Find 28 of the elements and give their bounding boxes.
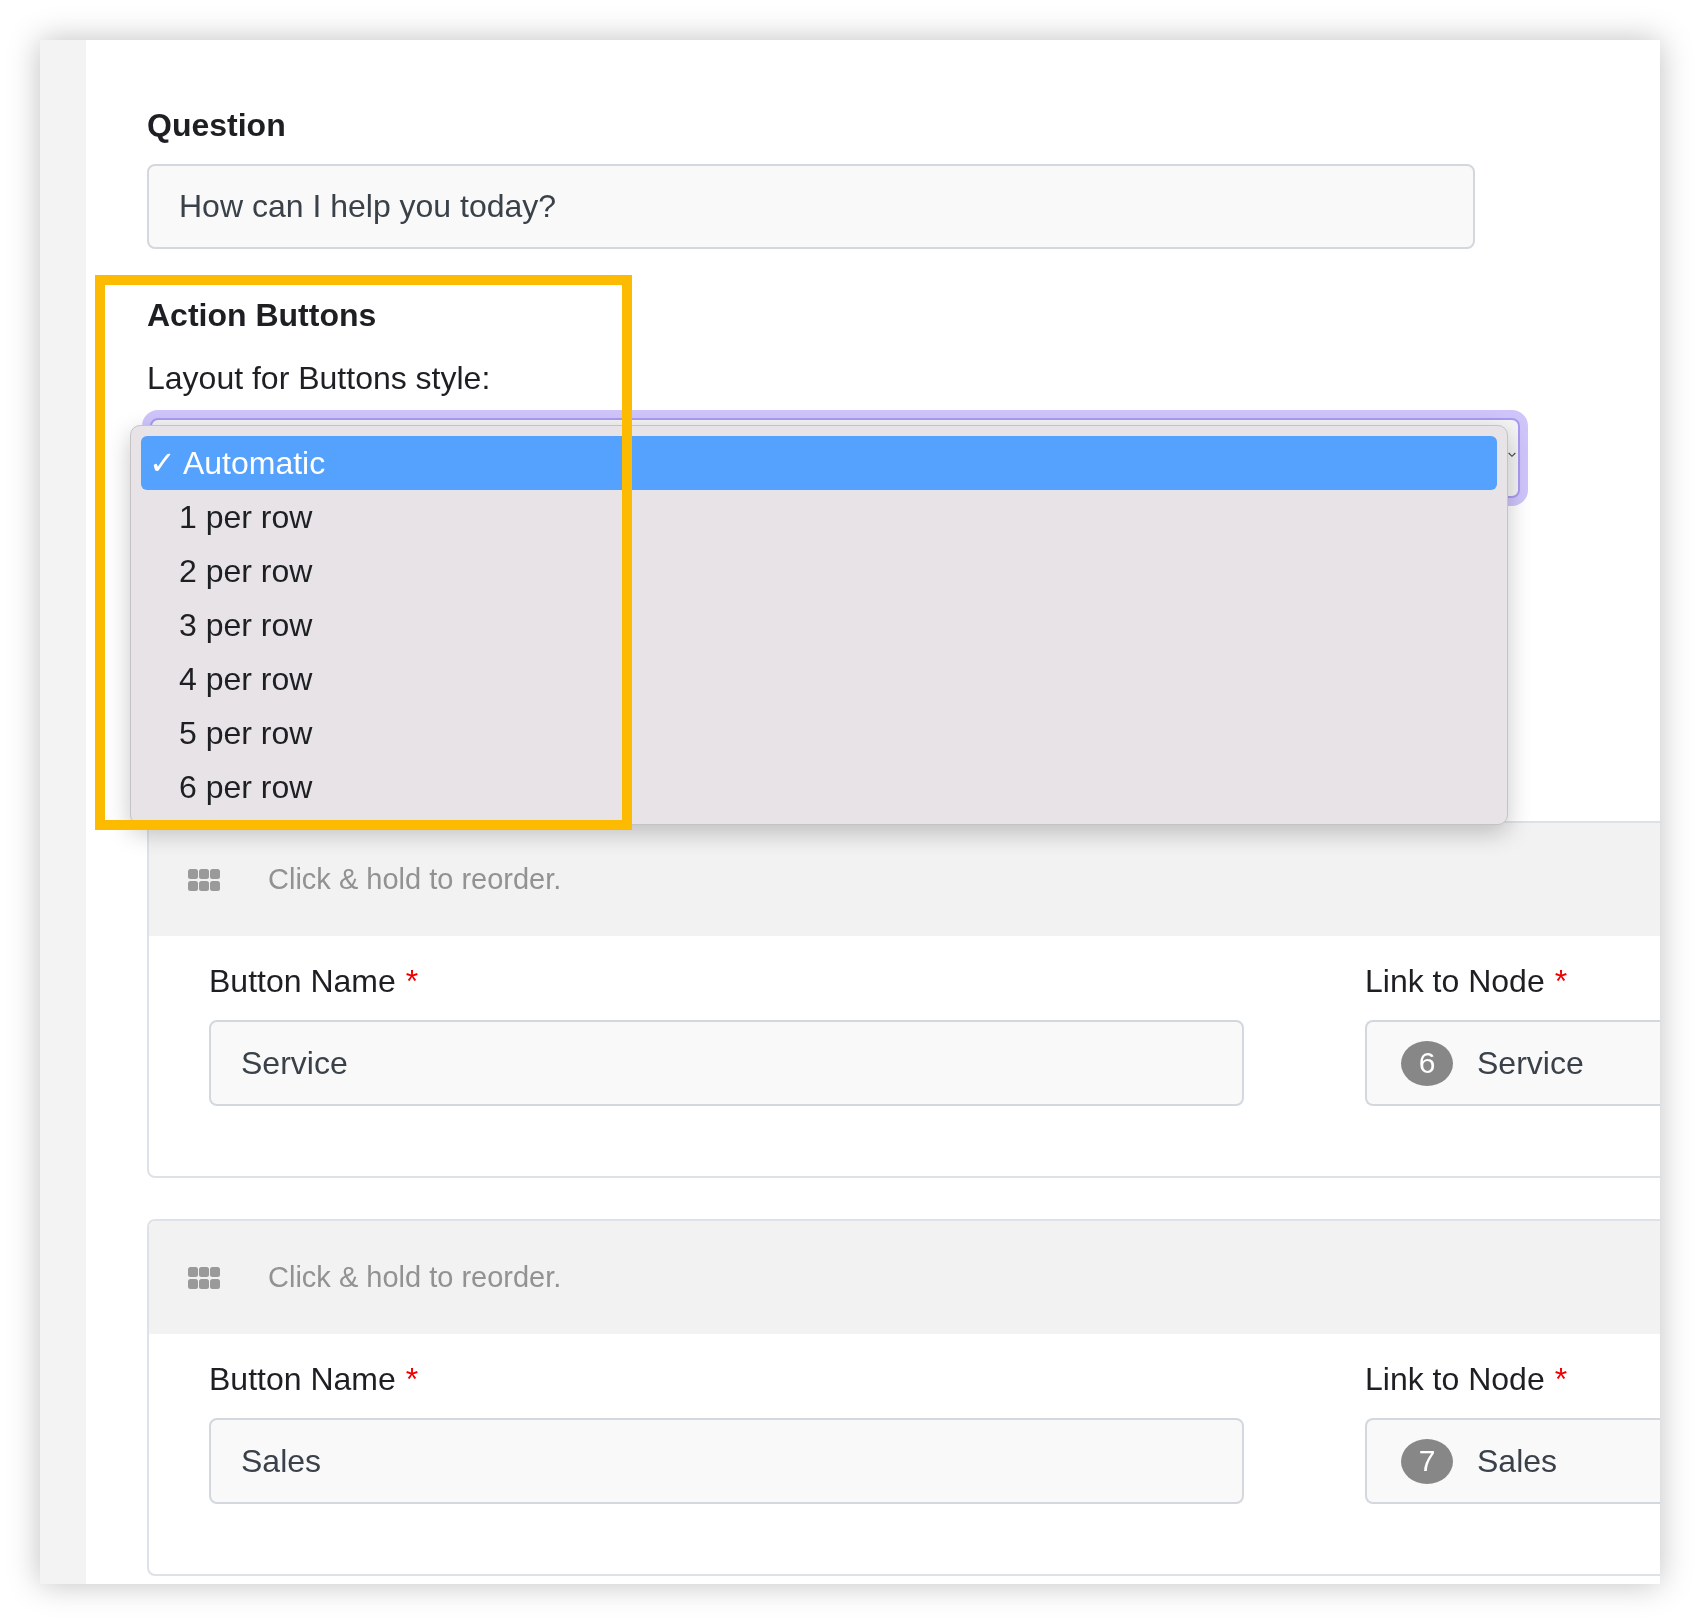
- name-field[interactable]: Sales: [209, 1418, 1244, 1504]
- node-select[interactable]: 6 Service: [1365, 1020, 1660, 1106]
- dropdown-option[interactable]: 3 per row: [141, 598, 1497, 652]
- reorder-hint: Click & hold to reorder.: [268, 863, 562, 896]
- required-mark: *: [1554, 1361, 1568, 1397]
- node-name: Sales: [1477, 1442, 1558, 1480]
- field-label: Button Name: [209, 963, 396, 999]
- node-number-badge: 6: [1401, 1040, 1453, 1086]
- reorder-hint: Click & hold to reorder.: [268, 1261, 562, 1294]
- field-label: Link to Node: [1365, 963, 1545, 999]
- question-label: Question: [147, 106, 286, 145]
- dropdown-option[interactable]: 2 per row: [141, 544, 1497, 598]
- dropdown-option[interactable]: 4 per row: [141, 652, 1497, 706]
- name-field[interactable]: Service: [209, 1020, 1244, 1106]
- dropdown-option[interactable]: 1 per row: [141, 490, 1497, 544]
- node-number-badge: 7: [1401, 1438, 1453, 1484]
- section-title: Action Buttons: [147, 296, 377, 335]
- layout-label: Layout for Buttons style:: [147, 359, 491, 398]
- field-label: Button Name: [209, 1361, 396, 1397]
- dropdown-option[interactable]: 6 per row: [141, 760, 1497, 814]
- question-field[interactable]: How can I help you today?: [147, 164, 1475, 249]
- node-select[interactable]: 7 Sales: [1365, 1418, 1660, 1504]
- node-name: Service: [1477, 1044, 1584, 1082]
- required-mark: *: [405, 963, 419, 999]
- dropdown-option[interactable]: 5 per row: [141, 706, 1497, 760]
- required-mark: *: [405, 1361, 419, 1397]
- required-mark: *: [1554, 963, 1568, 999]
- field-label: Link to Node: [1365, 1361, 1545, 1397]
